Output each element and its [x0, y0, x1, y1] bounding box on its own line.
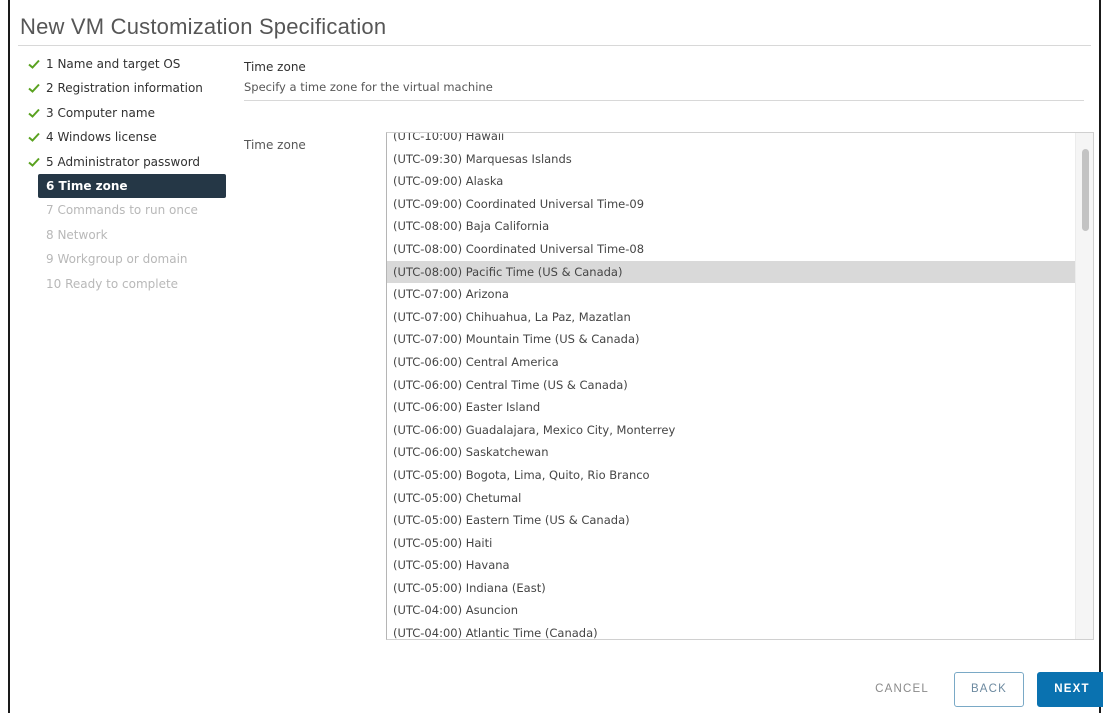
time-zone-label: Time zone: [244, 138, 306, 152]
time-zone-option[interactable]: (UTC-04:00) Asuncion: [387, 599, 1075, 622]
section-title: Time zone: [244, 60, 306, 74]
time-zone-option[interactable]: (UTC-06:00) Guadalajara, Mexico City, Mo…: [387, 419, 1075, 442]
wizard-step-label: 1 Name and target OS: [46, 57, 181, 71]
section-divider: [244, 100, 1084, 101]
wizard-step-label: 6 Time zone: [46, 178, 128, 193]
dialog: New VM Customization Specification 1 Nam…: [8, 0, 1103, 713]
wizard-step-9: 9 Workgroup or domain: [26, 247, 226, 271]
time-zone-option[interactable]: (UTC-06:00) Central America: [387, 351, 1075, 374]
time-zone-option[interactable]: (UTC-10:00) Hawaii: [387, 133, 1075, 148]
checkmark-icon: [28, 108, 40, 118]
wizard-step-label: 2 Registration information: [46, 81, 203, 96]
time-zone-option[interactable]: (UTC-04:00) Atlantic Time (Canada): [387, 622, 1075, 639]
next-button[interactable]: NEXT: [1037, 672, 1103, 707]
time-zone-option[interactable]: (UTC-05:00) Bogota, Lima, Quito, Rio Bra…: [387, 464, 1075, 487]
wizard-step-8: 8 Network: [26, 223, 226, 247]
wizard-step-10: 10 Ready to complete: [26, 272, 226, 296]
time-zone-option[interactable]: (UTC-07:00) Mountain Time (US & Canada): [387, 328, 1075, 351]
wizard-step-label: 5 Administrator password: [46, 154, 201, 169]
time-zone-option[interactable]: (UTC-06:00) Easter Island: [387, 396, 1075, 419]
time-zone-option[interactable]: (UTC-09:30) Marquesas Islands: [387, 148, 1075, 171]
time-zone-option[interactable]: (UTC-08:00) Coordinated Universal Time-0…: [387, 238, 1075, 261]
wizard-step-label: 10 Ready to complete: [46, 276, 179, 291]
wizard-step-3[interactable]: 3 Computer name: [26, 101, 226, 125]
wizard-step-1[interactable]: 1 Name and target OS: [26, 52, 226, 76]
time-zone-option-selected[interactable]: (UTC-08:00) Pacific Time (US & Canada): [387, 260, 1075, 284]
wizard-steps: 1 Name and target OS 2 Registration infor…: [26, 52, 226, 296]
time-zone-option[interactable]: (UTC-07:00) Chihuahua, La Paz, Mazatlan: [387, 306, 1075, 329]
time-zone-options: (UTC-10:00) Hawaii (UTC-09:30) Marquesas …: [387, 133, 1075, 639]
time-zone-option[interactable]: (UTC-07:00) Arizona: [387, 283, 1075, 306]
time-zone-option[interactable]: (UTC-05:00) Eastern Time (US & Canada): [387, 509, 1075, 532]
wizard-step-5[interactable]: 5 Administrator password: [26, 150, 226, 174]
time-zone-option[interactable]: (UTC-09:00) Coordinated Universal Time-0…: [387, 193, 1075, 216]
scrollbar-thumb[interactable]: [1082, 149, 1089, 231]
checkmark-icon: [28, 84, 40, 94]
wizard-step-7: 7 Commands to run once: [26, 198, 226, 222]
wizard-step-label: 9 Workgroup or domain: [46, 252, 188, 267]
wizard-step-label: 8 Network: [46, 227, 108, 242]
back-button[interactable]: BACK: [954, 672, 1024, 707]
cancel-button[interactable]: CANCEL: [860, 672, 944, 707]
dialog-title: New VM Customization Specification: [20, 14, 387, 39]
wizard-step-2[interactable]: 2 Registration information: [26, 76, 226, 100]
time-zone-option[interactable]: (UTC-06:00) Central Time (US & Canada): [387, 374, 1075, 397]
wizard-step-label: 4 Windows license: [46, 130, 157, 145]
wizard-step-label: 3 Computer name: [46, 105, 155, 120]
wizard-step-6[interactable]: 6 Time zone: [38, 173, 226, 199]
time-zone-option[interactable]: (UTC-05:00) Chetumal: [387, 487, 1075, 510]
time-zone-option[interactable]: (UTC-09:00) Alaska: [387, 170, 1075, 193]
checkmark-icon: [28, 132, 40, 143]
time-zone-option[interactable]: (UTC-05:00) Haiti: [387, 532, 1075, 555]
time-zone-option[interactable]: (UTC-05:00) Havana: [387, 554, 1075, 577]
time-zone-option[interactable]: (UTC-08:00) Baja California: [387, 215, 1075, 238]
title-divider: [18, 45, 1091, 46]
time-zone-option[interactable]: (UTC-06:00) Saskatchewan: [387, 441, 1075, 464]
wizard-step-4[interactable]: 4 Windows license: [26, 125, 226, 149]
time-zone-option[interactable]: (UTC-05:00) Indiana (East): [387, 577, 1075, 600]
section-description: Specify a time zone for the virtual mach…: [244, 80, 493, 94]
time-zone-listbox[interactable]: (UTC-10:00) Hawaii (UTC-09:30) Marquesas …: [386, 132, 1094, 640]
listbox-scrollbar[interactable]: [1075, 133, 1093, 639]
checkmark-icon: [28, 59, 40, 69]
step-content: Time zone Specify a time zone for the vi…: [244, 52, 1084, 152]
wizard-step-label: 7 Commands to run once: [46, 203, 198, 218]
checkmark-icon: [28, 157, 40, 167]
